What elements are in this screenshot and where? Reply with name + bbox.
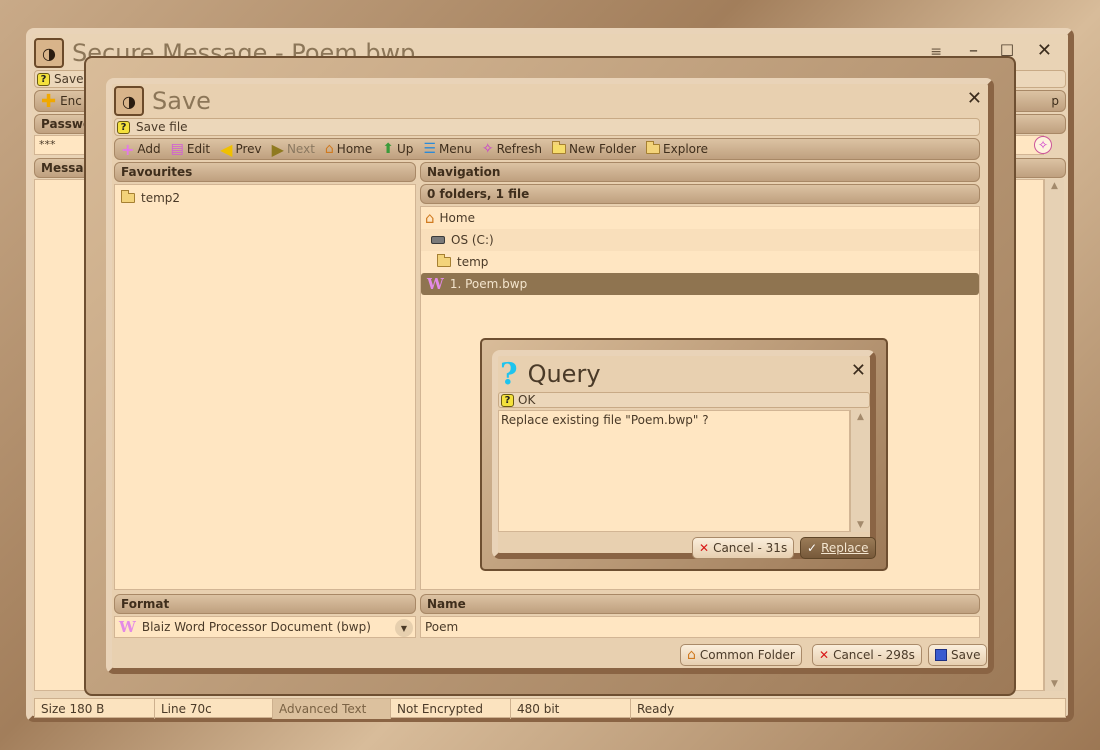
save-subtitle: Save file [136, 120, 188, 134]
save-logo-icon: ◑ [114, 86, 144, 116]
new-folder-icon [551, 141, 566, 154]
query-close-button[interactable]: ✕ [851, 362, 866, 380]
help-icon: ? [501, 393, 514, 407]
status-size: Size 180 B [35, 699, 155, 719]
message-scrollbar[interactable]: ▲ ▼ [1044, 179, 1064, 691]
floppy-icon [935, 649, 947, 661]
cancel-button[interactable]: ✕ Cancel - 298s [812, 644, 922, 666]
status-bits: 480 bit [511, 699, 631, 719]
navigation-header: Navigation [420, 162, 980, 182]
nav-item-home[interactable]: ⌂ Home [421, 207, 979, 229]
status-line: Line 70c [155, 699, 273, 719]
reveal-password-icon[interactable]: ✧ [1034, 136, 1052, 154]
word-doc-icon: W [427, 275, 444, 293]
toolbar-home-button[interactable]: ⌂ Home [325, 141, 372, 157]
save-close-button[interactable]: ✕ [967, 90, 982, 108]
help-icon: ? [117, 120, 130, 134]
arrow-right-icon: ▶ [271, 139, 284, 159]
scroll-up-icon[interactable]: ▲ [851, 412, 870, 422]
navigation-summary: 0 folders, 1 file [420, 184, 980, 204]
help-icon: ? [37, 72, 50, 86]
save-subtitle-bar: ? Save file [114, 118, 980, 136]
status-bar: Size 180 B Line 70c Advanced Text Not En… [34, 698, 1066, 719]
chevron-down-icon[interactable]: ▼ [395, 619, 413, 637]
toolbar-edit-button[interactable]: ▤ Edit [171, 141, 210, 157]
query-message-area[interactable]: Replace existing file "Poem.bwp" ? [498, 410, 850, 532]
up-folder-icon: ⬆ [382, 141, 394, 157]
toolbar-refresh-button[interactable]: ✧ Refresh [482, 141, 542, 157]
status-mode[interactable]: Advanced Text [273, 699, 391, 719]
folder-icon [121, 190, 135, 203]
nav-item-drive[interactable]: OS (C:) [421, 229, 979, 251]
common-folder-button[interactable]: ⌂ Common Folder [680, 644, 802, 666]
toolbar-right-stub[interactable]: p [1051, 94, 1059, 108]
toolbar-add-button[interactable]: + Add [121, 140, 161, 159]
question-icon: ? [500, 356, 518, 392]
query-subtitle-bar: ? OK [498, 392, 870, 408]
scroll-down-icon[interactable]: ▼ [1045, 679, 1064, 689]
status-encryption: Not Encrypted [391, 699, 511, 719]
scroll-down-icon[interactable]: ▼ [851, 520, 870, 530]
main-save-label[interactable]: Save [54, 72, 83, 86]
query-title: Query [527, 360, 601, 388]
favourites-header: Favourites [114, 162, 416, 182]
format-header: Format [114, 594, 416, 614]
toolbar-prev-button[interactable]: ◀ Prev [220, 140, 262, 159]
toolbar-menu-button[interactable]: ☰ Menu [423, 141, 472, 157]
app-logo-icon: ◑ [34, 38, 64, 68]
query-title-bar: ? Query ✕ [498, 356, 870, 392]
query-message: Replace existing file "Poem.bwp" ? [501, 413, 709, 427]
refresh-icon: ✧ [481, 141, 494, 157]
format-select[interactable]: W Blaiz Word Processor Document (bwp) ▼ [114, 616, 416, 638]
nav-item-temp[interactable]: temp [421, 251, 979, 273]
arrow-left-icon: ◀ [220, 139, 233, 159]
query-dialog: ? Query ✕ ? OK Replace existing file "Po… [480, 338, 888, 571]
close-icon: ✕ [699, 541, 710, 555]
toolbar-next-button[interactable]: ▶ Next [272, 140, 315, 159]
name-input[interactable]: Poem [420, 616, 980, 638]
save-dialog-title: Save [152, 87, 211, 115]
query-scrollbar[interactable]: ▲ ▼ [850, 410, 870, 532]
home-icon: ⌂ [687, 647, 696, 663]
home-icon: ⌂ [425, 209, 435, 227]
word-doc-icon: W [119, 618, 136, 636]
close-icon: ✕ [819, 648, 830, 662]
menu-icon: ☰ [423, 141, 436, 157]
scroll-up-icon[interactable]: ▲ [1045, 181, 1064, 191]
toolbar-new-folder-button[interactable]: New Folder [551, 141, 636, 156]
name-header: Name [420, 594, 980, 614]
check-icon: ✓ [807, 541, 818, 555]
toolbar-up-button[interactable]: ⬆ Up [382, 141, 413, 157]
folder-icon [437, 254, 451, 267]
folder-open-icon [646, 141, 661, 154]
nav-item-file-selected[interactable]: W 1. Poem.bwp [421, 273, 979, 295]
save-title-bar: ◑ Save ✕ [112, 84, 988, 118]
toolbar-explore-button[interactable]: Explore [646, 141, 708, 156]
save-button[interactable]: Save [928, 644, 988, 666]
query-subtitle: OK [518, 393, 536, 407]
favourite-item[interactable]: temp2 [121, 190, 180, 205]
query-dialog-inner: ? Query ✕ ? OK Replace existing file "Po… [492, 350, 876, 559]
home-icon: ⌂ [324, 141, 334, 157]
save-button-bar: ⌂ Common Folder ✕ Cancel - 298s Save [114, 642, 988, 668]
save-toolbar: + Add ▤ Edit ◀ Prev ▶ Next ⌂ Home ⬆ Up ☰… [114, 138, 980, 160]
encrypt-icon: ✚ [41, 90, 57, 112]
plus-icon: + [121, 139, 135, 159]
drive-icon [431, 236, 445, 244]
status-state: Ready [637, 702, 675, 716]
query-cancel-button[interactable]: ✕ Cancel - 31s [692, 537, 795, 559]
replace-button[interactable]: ✓ Replace [800, 537, 876, 559]
main-close-button[interactable]: ✕ [1037, 42, 1052, 60]
edit-icon: ▤ [170, 141, 184, 157]
encrypt-label[interactable]: Enc [60, 94, 82, 108]
favourites-panel[interactable]: temp2 [114, 184, 416, 590]
